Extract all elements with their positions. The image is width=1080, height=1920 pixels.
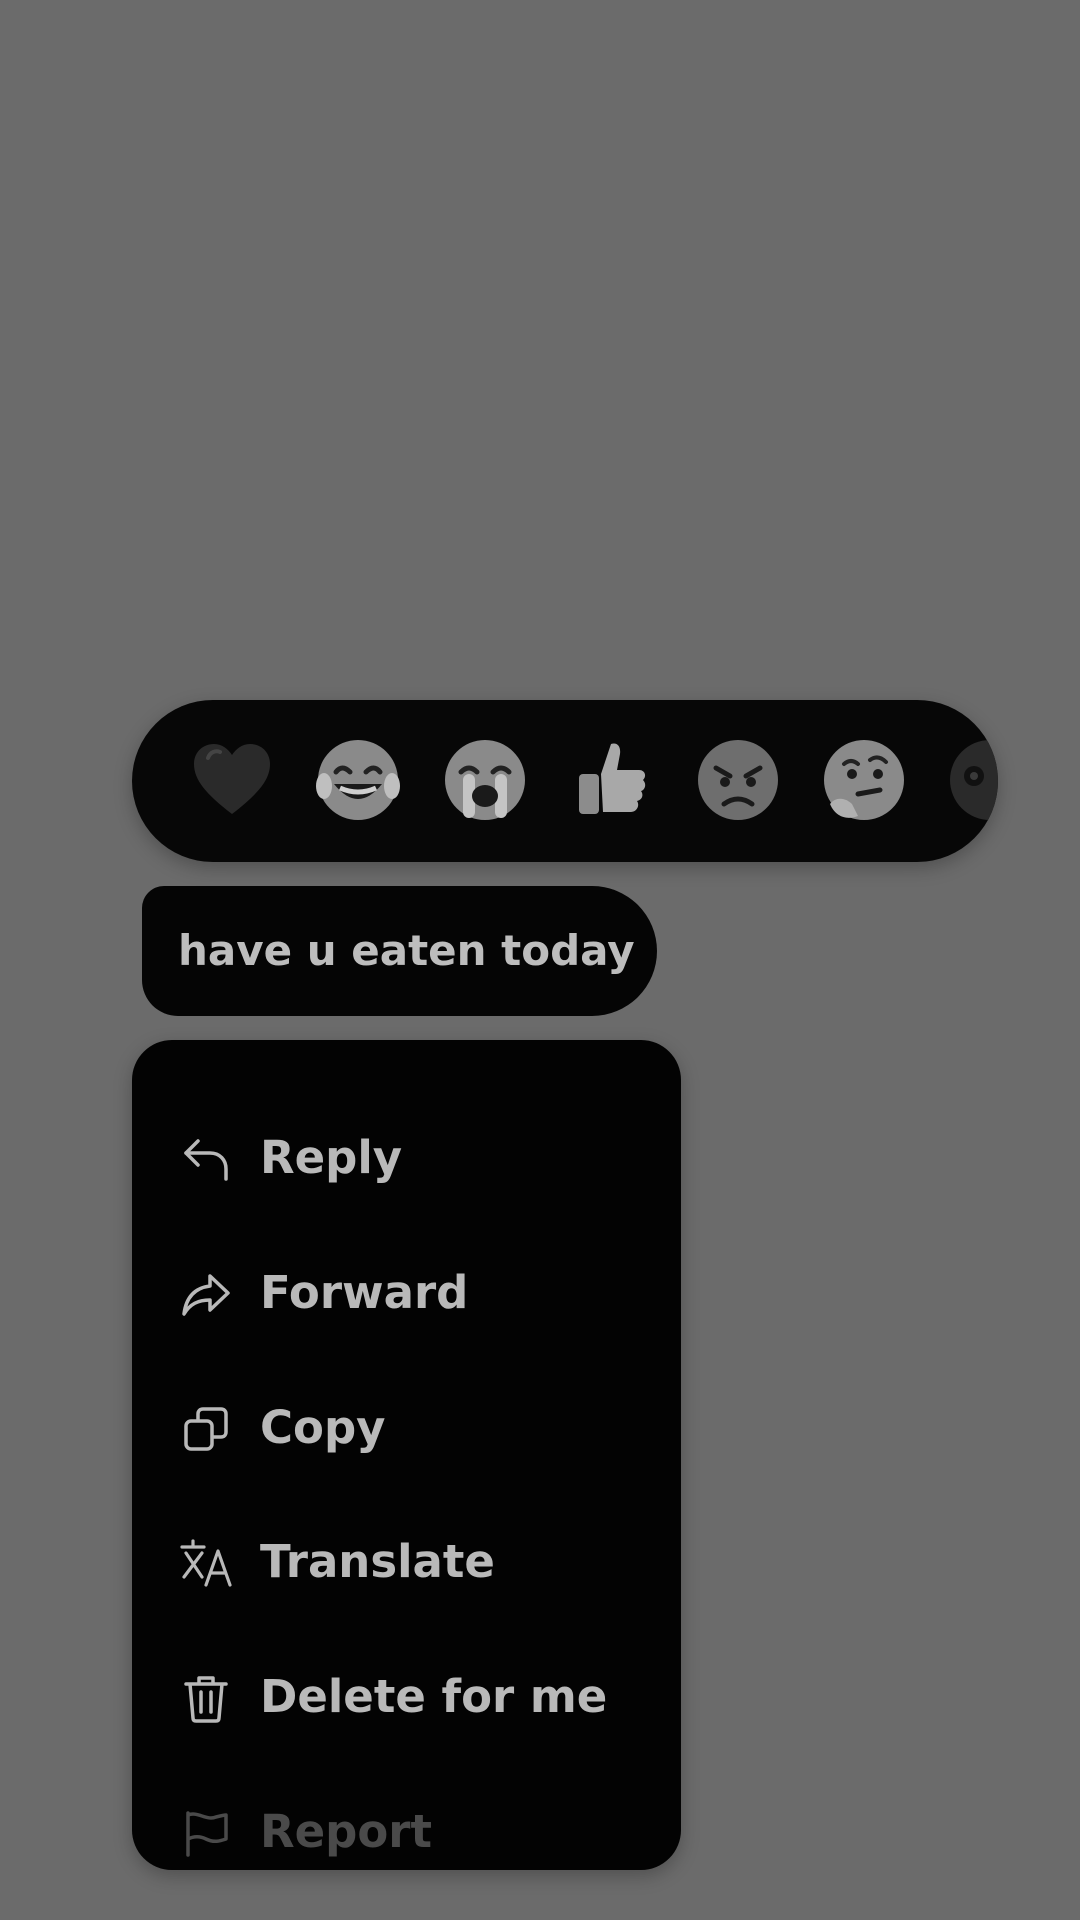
delete-for-me-label: Delete for me <box>260 1670 608 1723</box>
flag-icon <box>180 1807 232 1859</box>
loudly-crying-emoji-icon <box>445 740 525 820</box>
heart-icon <box>194 744 270 814</box>
forward-label: Forward <box>260 1266 469 1319</box>
translate-icon <box>180 1537 232 1589</box>
trash-icon <box>180 1672 232 1724</box>
translate-label: Translate <box>260 1535 495 1588</box>
laughing-crying-reaction[interactable] <box>312 734 404 826</box>
laughing-crying-emoji-icon <box>316 740 400 820</box>
forward-icon <box>180 1268 232 1320</box>
reply-menu-item[interactable]: Reply <box>132 1091 681 1225</box>
thumbs-up-reaction[interactable] <box>565 734 657 826</box>
report-label: Report <box>260 1805 433 1858</box>
flushed-emoji-icon <box>950 740 998 820</box>
thumbs-up-icon <box>579 743 646 814</box>
heart-reaction[interactable] <box>186 734 278 826</box>
copy-icon <box>180 1403 232 1455</box>
reply-icon <box>180 1133 232 1185</box>
more-reactions-emoji[interactable] <box>944 734 998 826</box>
loudly-crying-reaction[interactable] <box>439 734 531 826</box>
angry-emoji-icon <box>698 740 778 820</box>
translate-menu-item[interactable]: Translate <box>132 1495 681 1629</box>
reply-label: Reply <box>260 1131 403 1184</box>
thinking-emoji-icon <box>824 740 904 820</box>
message-text: have u eaten today <box>178 926 635 975</box>
message-context-menu: Reply Forward Copy Translate Delete for … <box>132 1040 681 1870</box>
forward-menu-item[interactable]: Forward <box>132 1226 681 1360</box>
angry-reaction[interactable] <box>692 734 784 826</box>
thinking-reaction[interactable] <box>818 734 910 826</box>
message-bubble[interactable]: have u eaten today <box>142 886 657 1016</box>
reaction-bar <box>132 700 998 862</box>
copy-label: Copy <box>260 1401 386 1454</box>
copy-menu-item[interactable]: Copy <box>132 1361 681 1495</box>
delete-for-me-menu-item[interactable]: Delete for me <box>132 1630 681 1764</box>
report-menu-item[interactable]: Report <box>132 1765 681 1899</box>
